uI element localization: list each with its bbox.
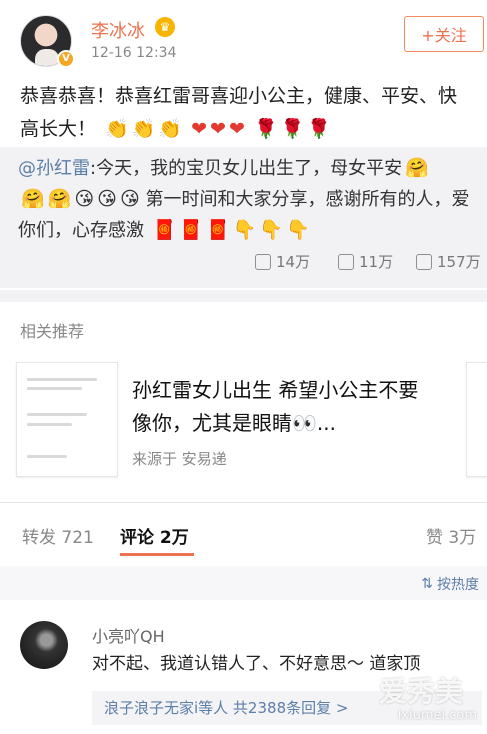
heart-icon: ❤ [210,118,226,140]
hug-emoji-icon: 🤗 [405,157,429,179]
verified-badge-icon: V [57,50,75,68]
username[interactable]: 李冰冰 [91,17,145,43]
sort-icon: ⇅ [421,576,433,592]
red-envelope-icon: 🧧 [152,219,177,241]
hug-emoji-icon: 🤗 [47,188,72,210]
comment-count[interactable]: 11万 [338,251,393,272]
thumbs-up-icon [416,253,432,270]
share-icon [255,253,271,270]
active-tab-indicator [120,553,194,556]
section-divider [0,290,487,302]
kiss-emoji-icon: 😘 [74,188,95,210]
comment-replies-link[interactable]: 浪子浪子无家i等人 共2388条回复 > [92,691,482,725]
related-title: 相关推荐 [20,322,85,341]
repost-count[interactable]: 14万 [255,251,310,272]
related-source: 来源于 安易递 [132,450,227,468]
red-envelope-icon: 🧧 [179,219,204,241]
related-headline[interactable]: 孙红雷女儿出生 希望小公主不要像你，尤其是眼睛👀... [132,374,432,440]
hug-emoji-icon: 🤗 [21,188,45,210]
heart-icon: ❤ [191,118,208,140]
repost-body: :今天，我的宝贝女儿出生了，母女平安 [90,158,403,179]
pointing-down-icon: 👇 [259,219,284,241]
rose-icon: 🌹 [280,118,305,140]
comment-count-label: 11万 [359,253,394,271]
pointing-down-icon: 👇 [286,219,310,241]
kiss-emoji-icon: 😘 [97,188,117,210]
tab-repost[interactable]: 转发 721 [22,523,94,548]
like-count[interactable]: 157万 [416,251,481,272]
rose-icon: 🌹 [253,118,278,140]
sort-bar: ⇅ 按热度 [0,566,487,600]
kiss-emoji-icon: 😘 [119,188,140,210]
follow-button[interactable]: +关注 [404,16,484,52]
like-count-label: 157万 [437,253,481,271]
repost-block[interactable]: @孙红雷:今天，我的宝贝女儿出生了，母女平安 🤗 🤗 🤗 😘 😘 😘 第一时间和大家分享，… [0,147,487,288]
mention-link[interactable]: @孙红雷 [18,158,90,179]
tab-comment[interactable]: 评论 2万 [120,523,189,548]
post-time: 12-16 12:34 [91,45,177,61]
interaction-tabs: 转发 721 评论 2万 赞 3万 [0,502,487,562]
clap-icon: 👏 [105,118,129,140]
related-thumbnail[interactable] [16,362,118,477]
sort-label: 按热度 [437,577,479,593]
repost-stats: 14万 11万 157万 [0,251,487,275]
sort-button[interactable]: ⇅ 按热度 [421,574,479,594]
repost-count-label: 14万 [276,253,311,271]
red-envelope-icon: 🧧 [206,219,230,241]
clap-icon: 👏 [158,118,183,140]
commenter-avatar[interactable] [20,621,68,669]
rose-icon: 🌹 [307,118,331,140]
pointing-down-icon: 👇 [232,219,257,241]
comment-icon [338,253,354,270]
comment-item: 小亮吖QH 对不起、我道认错人了、不好意思～ 道家顶 浪子浪子无家i等人 共23… [0,605,487,734]
repost-text: @孙红雷:今天，我的宝贝女儿出生了，母女平安 🤗 🤗 🤗 😘 😘 😘 第一时间和大家分享，… [18,153,473,246]
clap-icon: 👏 [131,118,156,140]
heart-icon: ❤ [228,118,245,140]
commenter-name[interactable]: 小亮吖QH [92,623,165,647]
comment-text: 对不起、我道认错人了、不好意思～ 道家顶 [92,654,421,674]
post-text: 恭喜恭喜！恭喜红雷哥喜迎小公主，健康、平安、快高长大！ 👏 👏 👏 ❤ ❤ ❤ 🌹 🌹 🌹 [20,80,475,146]
related-card[interactable]: 孙红雷女儿出生 希望小公主不要像你，尤其是眼睛👀... 来源于 安易递 [0,352,487,490]
tab-like[interactable]: 赞 3万 [426,523,476,548]
crown-icon: ♛ [155,17,175,37]
related-thumbnail-next[interactable] [466,362,487,477]
